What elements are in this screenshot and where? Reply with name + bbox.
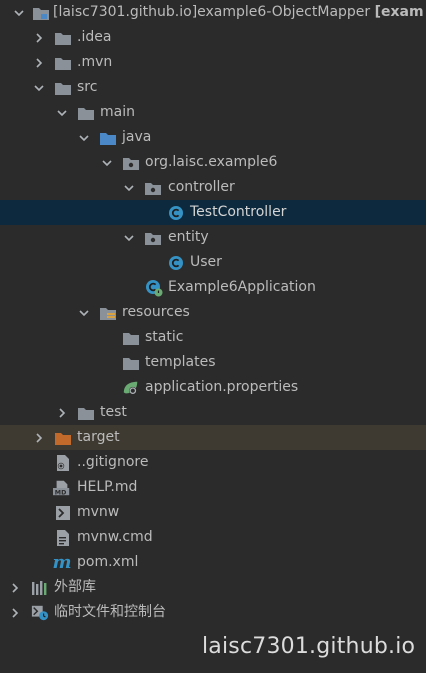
tree-label-root: [laisc7301.github.io]example6-ObjectMapp… <box>53 4 424 20</box>
tree-label-example6-application: Example6Application <box>168 279 316 295</box>
package-icon <box>144 179 162 196</box>
tree-row-src[interactable]: src <box>0 75 426 100</box>
tree-label-root-bold: [exam <box>374 4 424 20</box>
tree-label-scratches: 临时文件和控制台 <box>54 604 166 620</box>
tree-row-root[interactable]: [laisc7301.github.io]example6-ObjectMapp… <box>0 0 426 25</box>
project-tree: [laisc7301.github.io]example6-ObjectMapp… <box>0 0 426 625</box>
tree-row-mvnw[interactable]: mvnw <box>0 500 426 525</box>
tree-label-gitignore: ..gitignore <box>77 454 149 470</box>
watermark-text: laisc7301.github.io <box>202 634 416 659</box>
tree-label-help-md: HELP.md <box>77 479 138 495</box>
tree-row-java[interactable]: java <box>0 125 426 150</box>
maven-pom-icon: m <box>52 552 72 573</box>
package-icon <box>144 229 162 246</box>
java-class-icon <box>167 204 185 221</box>
tree-row-example6-application[interactable]: Example6Application <box>0 275 426 300</box>
tree-row-user[interactable]: User <box>0 250 426 275</box>
tree-label-mvn: .mvn <box>77 54 113 70</box>
tree-label-main: main <box>100 104 135 120</box>
tree-label-package: org.laisc.example6 <box>145 154 278 170</box>
tree-label-mvnw-cmd: mvnw.cmd <box>77 529 153 545</box>
folder-icon <box>122 329 140 346</box>
tree-label-pom-xml: pom.xml <box>77 554 139 570</box>
chevron-down-icon[interactable] <box>12 0 26 25</box>
tree-row-scratches[interactable]: 临时文件和控制台 <box>0 600 426 625</box>
tree-label-test: test <box>100 404 127 420</box>
tree-row-mvn[interactable]: .mvn <box>0 50 426 75</box>
excluded-folder-icon <box>54 429 72 446</box>
chevron-down-icon[interactable] <box>77 125 91 150</box>
source-root-folder-icon <box>99 129 117 146</box>
shell-script-icon <box>54 504 72 521</box>
tree-row-controller[interactable]: controller <box>0 175 426 200</box>
tree-row-external-libraries[interactable]: 外部库 <box>0 575 426 600</box>
chevron-down-icon[interactable] <box>100 150 114 175</box>
tree-label-test-controller: TestController <box>190 204 287 220</box>
chevron-down-icon[interactable] <box>122 225 136 250</box>
chevron-down-icon[interactable] <box>77 300 91 325</box>
tree-row-idea[interactable]: .idea <box>0 25 426 50</box>
chevron-right-icon[interactable] <box>8 600 22 625</box>
chevron-down-icon[interactable] <box>122 175 136 200</box>
folder-icon <box>77 104 95 121</box>
text-file-icon <box>54 529 72 546</box>
tree-label-src: src <box>77 79 98 95</box>
ignore-file-icon <box>54 454 72 471</box>
tree-row-application-properties[interactable]: application.properties <box>0 375 426 400</box>
tree-label-resources: resources <box>122 304 190 320</box>
tree-label-application-properties: application.properties <box>145 379 299 395</box>
folder-icon <box>54 79 72 96</box>
tree-row-main[interactable]: main <box>0 100 426 125</box>
folder-icon <box>54 54 72 71</box>
spring-boot-application-icon <box>145 279 163 296</box>
chevron-right-icon[interactable] <box>32 50 46 75</box>
tree-label-user: User <box>190 254 222 270</box>
chevron-right-icon[interactable] <box>32 425 46 450</box>
spring-properties-icon <box>122 379 140 396</box>
tree-label-external-libraries: 外部库 <box>54 579 96 595</box>
tree-label-target: target <box>77 429 120 445</box>
module-folder-icon <box>32 4 50 21</box>
tree-row-test[interactable]: test <box>0 400 426 425</box>
chevron-right-icon[interactable] <box>8 575 22 600</box>
folder-icon <box>54 29 72 46</box>
tree-row-mvnw-cmd[interactable]: mvnw.cmd <box>0 525 426 550</box>
chevron-down-icon[interactable] <box>32 75 46 100</box>
chevron-right-icon[interactable] <box>55 400 69 425</box>
svg-text:MD: MD <box>55 489 67 496</box>
tree-label-java: java <box>122 129 152 145</box>
tree-label-entity: entity <box>168 229 209 245</box>
tree-row-target[interactable]: target <box>0 425 426 450</box>
java-class-icon <box>167 254 185 271</box>
external-libraries-icon <box>31 579 49 596</box>
tree-label-idea: .idea <box>77 29 112 45</box>
tree-row-static[interactable]: static <box>0 325 426 350</box>
tree-row-test-controller[interactable]: TestController <box>0 200 426 225</box>
scratches-consoles-icon <box>31 604 49 621</box>
chevron-down-icon[interactable] <box>55 100 69 125</box>
tree-label-mvnw: mvnw <box>77 504 120 520</box>
tree-row-pom-xml[interactable]: m pom.xml <box>0 550 426 575</box>
tree-label-controller: controller <box>168 179 235 195</box>
tree-row-templates[interactable]: templates <box>0 350 426 375</box>
tree-row-help-md[interactable]: MD HELP.md <box>0 475 426 500</box>
folder-icon <box>77 404 95 421</box>
tree-row-entity[interactable]: entity <box>0 225 426 250</box>
markdown-file-icon: MD <box>53 479 71 496</box>
resources-root-folder-icon <box>99 304 117 321</box>
tree-row-resources[interactable]: resources <box>0 300 426 325</box>
tree-row-package[interactable]: org.laisc.example6 <box>0 150 426 175</box>
tree-label-templates: templates <box>145 354 216 370</box>
package-icon <box>122 154 140 171</box>
tree-label-static: static <box>145 329 184 345</box>
chevron-right-icon[interactable] <box>32 25 46 50</box>
folder-icon <box>122 354 140 371</box>
tree-row-gitignore[interactable]: ..gitignore <box>0 450 426 475</box>
